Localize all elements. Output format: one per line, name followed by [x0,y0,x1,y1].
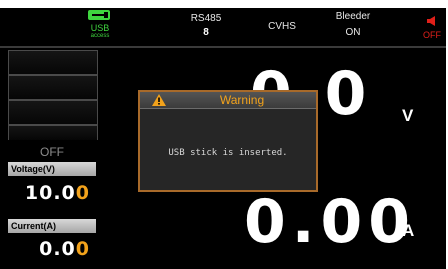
current-setting-header: Current(A) [8,219,96,233]
warning-dialog-title: Warning [219,93,265,107]
output-state-label: OFF [40,145,64,159]
warning-dialog-message: USB stick is inserted. [168,148,288,158]
bleeder-label: Bleeder [335,11,371,22]
usb-status-label: USB [90,23,110,33]
function-slot-4[interactable] [8,125,98,140]
voltage-cursor-digit: 0 [75,182,90,204]
warning-dialog: Warning USB stick is inserted. [138,90,318,192]
instrument-screen: USB access RS485 8 CVHS Bleeder ON OFF O… [0,8,446,269]
voltage-setting-value[interactable]: 10.00 [8,182,96,204]
bleeder-value: ON [345,27,361,38]
current-cursor-digit: 0 [75,238,90,260]
mode-label: CVHS [268,21,296,32]
current-readout: 0.00 [244,187,417,257]
buzzer-state-label: OFF [423,30,441,40]
warning-triangle-icon [152,94,166,106]
status-bar: USB access RS485 8 CVHS Bleeder ON OFF [0,8,446,48]
function-slot-2[interactable] [8,75,98,100]
warning-dialog-titlebar: Warning [140,92,316,109]
voltage-unit: V [402,106,414,125]
usb-status-sublabel: access [90,33,110,39]
usb-plug-icon [88,10,110,20]
rs485-label: RS485 [190,13,222,24]
speaker-icon [427,16,435,26]
function-slot-3[interactable] [8,100,98,125]
current-unit: A [402,221,415,240]
rs485-address: 8 [203,27,209,38]
voltage-setting-header: Voltage(V) [8,162,96,176]
function-slot-1[interactable] [8,50,98,75]
current-setting-value[interactable]: 0.00 [8,238,96,260]
left-panel: OFF Voltage(V) 10.00 Current(A) 0.00 [6,50,98,269]
